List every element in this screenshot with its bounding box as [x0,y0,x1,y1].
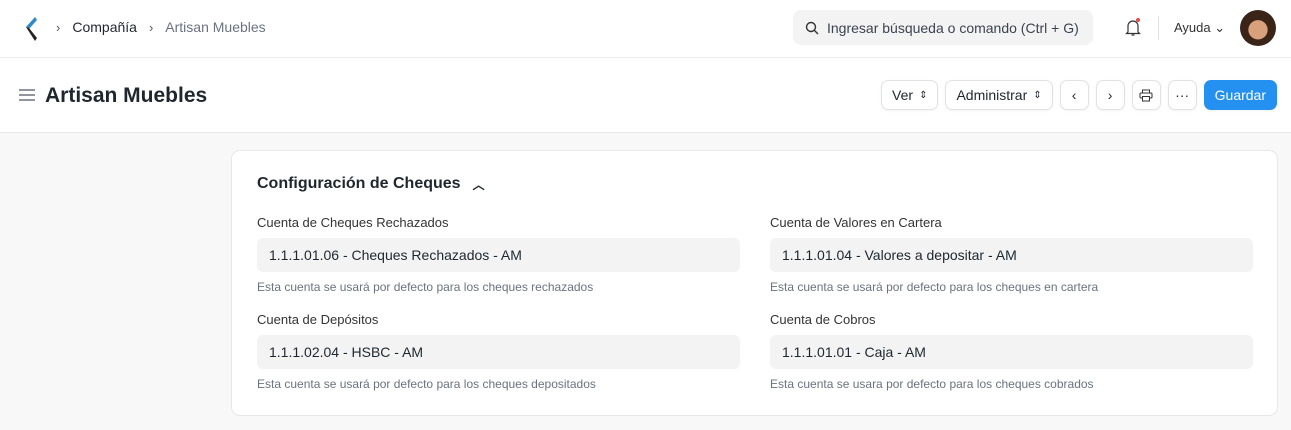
previous-button[interactable]: ‹ [1059,80,1089,110]
rejected-cheques-account-field: Cuenta de Cheques Rechazados 1.1.1.01.06… [257,215,740,294]
chevron-right-icon: › [1107,87,1113,103]
field-description: Esta cuenta se usará por defecto para lo… [770,280,1099,294]
help-dropdown[interactable]: Ayuda ⌄ [1174,20,1225,36]
chevron-left-icon: ‹ [1071,87,1077,103]
menu-icon[interactable] [19,88,35,102]
chevron-up-icon: ︿ [472,177,485,192]
app-logo[interactable] [22,16,38,42]
avatar[interactable] [1240,10,1276,46]
more-button[interactable]: ··· [1167,80,1197,110]
chevron-right-icon: › [148,19,154,35]
field-label: Cuenta de Cobros [770,312,876,327]
manage-label: Administrar [956,87,1028,103]
save-button[interactable]: Guardar [1203,80,1277,110]
chevron-right-icon: › [56,19,61,35]
sort-icon: ⇕ [1033,89,1042,101]
page-actions: Ver ⇕ Administrar ⇕ ‹ › ··· Guardar [881,80,1277,110]
search-icon [805,21,819,34]
help-label: Ayuda [1174,20,1211,35]
search-placeholder: Ingresar búsqueda o comando (Ctrl + G) [827,19,1079,36]
field-description: Esta cuenta se usará por defecto para lo… [257,377,596,391]
field-label: Cuenta de Cheques Rechazados [257,215,449,230]
print-button[interactable] [1131,80,1161,110]
collections-account-input[interactable]: 1.1.1.01.01 - Caja - AM [770,335,1253,369]
printer-icon [1139,89,1153,101]
sort-icon: ⇕ [919,89,928,101]
navbar: › Compañía › Artisan Muebles Ingresar bú… [0,0,1291,58]
field-description: Esta cuenta se usará por defecto para lo… [257,280,594,294]
manage-button[interactable]: Administrar ⇕ [945,80,1053,110]
deposits-account-input[interactable]: 1.1.1.02.04 - HSBC - AM [257,335,740,369]
search-input[interactable]: Ingresar búsqueda o comando (Ctrl + G) [793,10,1093,45]
more-icon: ··· [1175,87,1190,103]
breadcrumb: › Compañía › Artisan Muebles [56,19,266,35]
collections-account-field: Cuenta de Cobros 1.1.1.01.01 - Caja - AM… [770,312,1253,391]
field-label: Cuenta de Depósitos [257,312,379,327]
portfolio-account-input[interactable]: 1.1.1.01.04 - Valores a depositar - AM [770,238,1253,272]
view-button[interactable]: Ver ⇕ [881,80,939,110]
field-description: Esta cuenta se usara por defecto para lo… [770,377,1094,391]
page-title: Artisan Muebles [45,84,208,107]
breadcrumb-company[interactable]: Compañía [72,19,137,35]
divider [1158,16,1159,40]
deposits-account-field: Cuenta de Depósitos 1.1.1.02.04 - HSBC -… [257,312,740,391]
view-label: Ver [892,87,914,103]
cheque-settings-section: Configuración de Cheques ︿ Cuenta de Cheq… [231,150,1278,416]
section-header[interactable]: Configuración de Cheques ︿ [257,175,485,193]
portfolio-account-field: Cuenta de Valores en Cartera 1.1.1.01.04… [770,215,1253,294]
chevron-down-icon: ⌄ [1214,20,1226,35]
next-button[interactable]: › [1095,80,1125,110]
rejected-cheques-account-input[interactable]: 1.1.1.01.06 - Cheques Rechazados - AM [257,238,740,272]
breadcrumb-current[interactable]: Artisan Muebles [165,19,265,35]
notification-bell-icon[interactable] [1124,17,1142,37]
page-header: Artisan Muebles Ver ⇕ Administrar ⇕ ‹ › ··… [0,58,1291,133]
section-title: Configuración de Cheques [257,175,461,192]
field-label: Cuenta de Valores en Cartera [770,215,942,230]
